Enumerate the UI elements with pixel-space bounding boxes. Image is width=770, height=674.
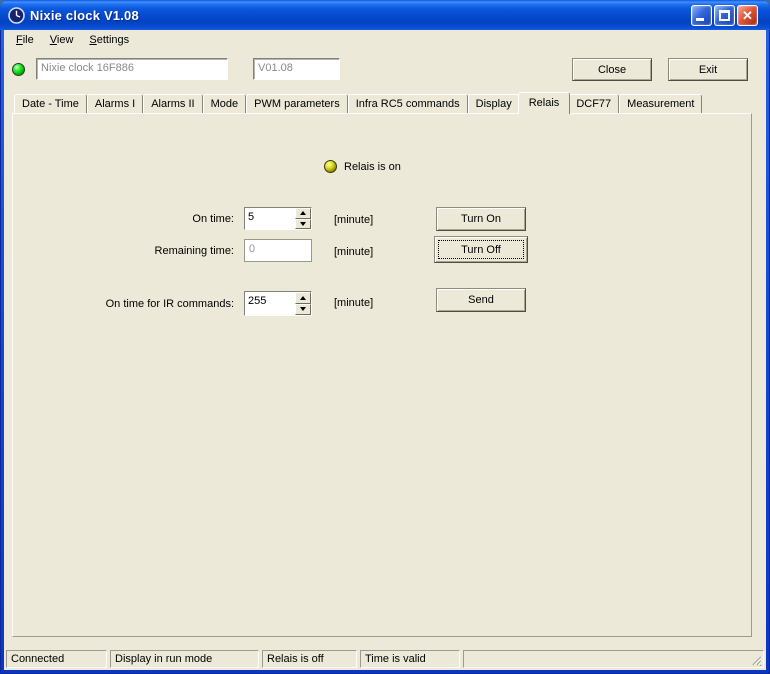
maximize-icon (719, 9, 730, 21)
maximize-button[interactable] (714, 4, 735, 26)
status-display-mode: Display in run mode (110, 650, 259, 668)
turn-on-button[interactable]: Turn On (436, 207, 526, 231)
tab-mode[interactable]: Mode (202, 94, 247, 113)
status-time: Time is valid (360, 650, 460, 668)
app-window: Nixie clock V1.08 ✕ File View Settings N… (0, 0, 770, 674)
relais-status: Relais is on (324, 160, 401, 173)
close-window-button[interactable]: ✕ (737, 4, 758, 26)
minimize-icon (696, 17, 704, 21)
on-time-unit-label: [minute] (334, 214, 374, 226)
firmware-version-field[interactable]: V01.08 (253, 58, 340, 80)
ir-on-time-unit-label: [minute] (334, 297, 374, 309)
on-time-stepper[interactable]: 5 (244, 207, 312, 230)
arrow-up-icon (300, 295, 306, 300)
close-icon: ✕ (742, 7, 753, 23)
on-time-label: On time: (192, 213, 234, 225)
connection-led-icon (12, 63, 25, 76)
status-relais: Relais is off (262, 650, 357, 668)
tab-pwm-parameters[interactable]: PWM parameters (246, 94, 348, 113)
relais-led-icon (324, 160, 337, 173)
send-button[interactable]: Send (436, 288, 526, 312)
on-time-spin-up-button[interactable] (295, 208, 311, 219)
window-title: Nixie clock V1.08 (30, 7, 139, 23)
on-time-spin-down-button[interactable] (295, 218, 311, 229)
relais-tab-page: Relais is on On time: 5 [minute] Turn On… (12, 113, 752, 637)
ir-on-time-spin-up-button[interactable] (295, 292, 311, 304)
status-connection: Connected (6, 650, 107, 668)
tab-display[interactable]: Display (467, 94, 520, 113)
ir-on-time-spin-down-button[interactable] (295, 303, 311, 315)
relais-status-label: Relais is on (344, 160, 401, 173)
menu-view[interactable]: View (42, 32, 82, 48)
status-empty (463, 650, 764, 668)
turn-off-button[interactable]: Turn Off (434, 236, 528, 263)
clock-icon (8, 6, 25, 24)
minimize-button[interactable] (691, 4, 712, 26)
tab-measurement[interactable]: Measurement (619, 94, 703, 113)
tab-infra-rc5-commands[interactable]: Infra RC5 commands (347, 94, 468, 113)
menu-settings[interactable]: Settings (81, 32, 137, 48)
arrow-up-icon (300, 211, 306, 216)
ir-on-time-stepper[interactable]: 255 (244, 291, 312, 316)
tab-alarms-1[interactable]: Alarms I (86, 94, 144, 113)
arrow-down-icon (300, 221, 306, 226)
tab-dcf77[interactable]: DCF77 (568, 94, 620, 113)
remaining-time-label: Remaining time: (154, 245, 234, 257)
titlebar[interactable]: Nixie clock V1.08 ✕ (0, 0, 770, 30)
client-area: File View Settings Nixie clock 16F886 V0… (4, 30, 766, 670)
ir-on-time-label: On time for IR commands: (105, 298, 234, 310)
remaining-time-field: 0 (244, 239, 312, 262)
arrow-down-icon (300, 307, 306, 312)
tab-relais[interactable]: Relais (517, 92, 571, 114)
tab-alarms-2[interactable]: Alarms II (143, 94, 203, 113)
exit-button[interactable]: Exit (668, 58, 748, 81)
on-time-value[interactable]: 5 (245, 208, 295, 229)
menu-bar: File View Settings (4, 30, 766, 50)
status-bar: Connected Display in run mode Relais is … (4, 648, 766, 670)
remaining-time-unit-label: [minute] (334, 246, 374, 258)
resize-grip-icon[interactable] (749, 653, 762, 666)
device-name-field[interactable]: Nixie clock 16F886 (36, 58, 228, 80)
menu-file[interactable]: File (8, 32, 42, 48)
tab-date-time[interactable]: Date - Time (14, 94, 87, 113)
ir-on-time-value[interactable]: 255 (245, 292, 295, 315)
tab-strip: Date - Time Alarms I Alarms II Mode PWM … (12, 91, 703, 114)
close-button[interactable]: Close (572, 58, 652, 81)
